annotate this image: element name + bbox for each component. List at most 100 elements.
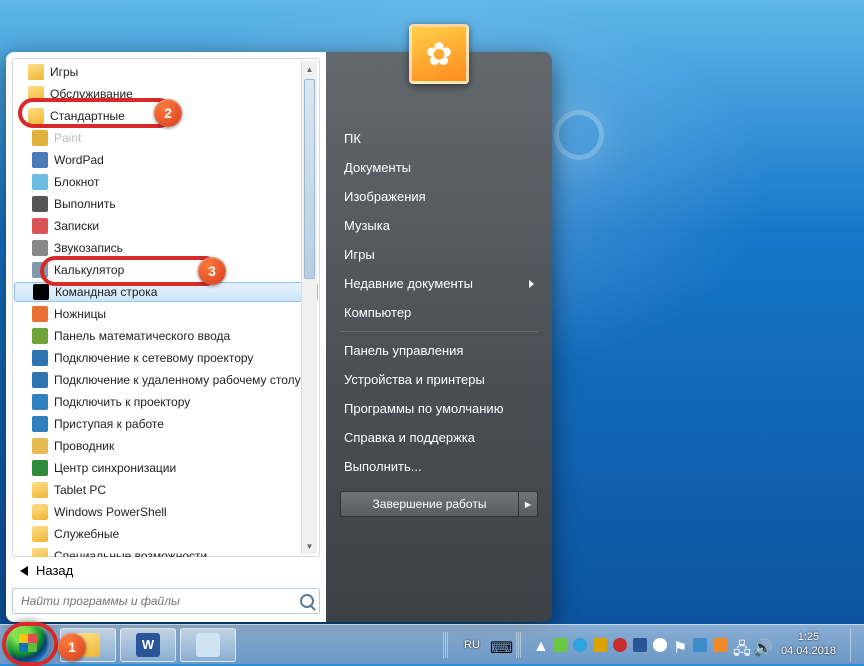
- link-help[interactable]: Справка и поддержка: [340, 423, 538, 452]
- clock-date: 04.04.2018: [781, 645, 836, 658]
- taskbar: W RU ⌨ ▲ ⚑ 🖧 🔊 1:25 04.04.2018: [0, 624, 864, 664]
- label: Приступая к работе: [54, 417, 164, 431]
- system-tray: RU ⌨ ▲ ⚑ 🖧 🔊 1:25 04.04.2018: [437, 628, 858, 662]
- start-menu-left: Игры Обслуживание Стандартные Paint Word…: [6, 52, 326, 622]
- taskbar-notepad[interactable]: [180, 628, 236, 662]
- shutdown-button[interactable]: Завершение работы: [340, 491, 518, 517]
- label: Записки: [54, 219, 99, 233]
- show-desktop-button[interactable]: [850, 628, 858, 662]
- program-getting-started[interactable]: Приступая к работе: [14, 413, 318, 435]
- tray-mail-icon[interactable]: [633, 638, 647, 652]
- grip-icon: [516, 632, 521, 658]
- chevron-right-icon: [529, 280, 534, 288]
- link-recent[interactable]: Недавние документы: [340, 269, 538, 298]
- flower-icon: ✿: [426, 35, 453, 73]
- folder-powershell[interactable]: Windows PowerShell: [14, 501, 318, 523]
- start-menu-right: ✿ ПК Документы Изображения Музыка Игры Н…: [326, 52, 552, 622]
- program-math-input[interactable]: Панель математического ввода: [14, 325, 318, 347]
- label: Ножницы: [54, 307, 106, 321]
- scrollbar[interactable]: ▲ ▼: [301, 61, 317, 554]
- tray-avast-icon[interactable]: [713, 638, 727, 652]
- label: Windows PowerShell: [54, 505, 167, 519]
- tray-info-icon[interactable]: [653, 638, 667, 652]
- label: WordPad: [54, 153, 104, 167]
- label: Tablet PC: [54, 483, 106, 497]
- grip-icon: [443, 632, 448, 658]
- program-calculator[interactable]: Калькулятор: [14, 259, 318, 281]
- program-run[interactable]: Выполнить: [14, 193, 318, 215]
- program-wordpad[interactable]: WordPad: [14, 149, 318, 171]
- scroll-up-icon[interactable]: ▲: [302, 61, 317, 77]
- folder-tablet-pc[interactable]: Tablet PC: [14, 479, 318, 501]
- annotation-badge-2: 2: [154, 99, 182, 127]
- tray-shield-icon[interactable]: [593, 638, 607, 652]
- link-default-programs[interactable]: Программы по умолчанию: [340, 394, 538, 423]
- program-sync-center[interactable]: Центр синхронизации: [14, 457, 318, 479]
- search-input[interactable]: [12, 588, 320, 614]
- link-music[interactable]: Музыка: [340, 211, 538, 240]
- label: Подключение к сетевому проектору: [54, 351, 253, 365]
- pinned-apps: W: [60, 628, 236, 662]
- search-icon: [300, 594, 314, 608]
- volume-icon[interactable]: 🔊: [753, 638, 767, 652]
- language-indicator[interactable]: RU: [460, 637, 484, 653]
- label: Командная строка: [55, 285, 157, 299]
- program-network-projector[interactable]: Подключение к сетевому проектору: [14, 347, 318, 369]
- link-devices[interactable]: Устройства и принтеры: [340, 365, 538, 394]
- tray-telegram-icon[interactable]: [573, 638, 587, 652]
- keyboard-icon[interactable]: ⌨: [490, 638, 504, 652]
- scroll-down-icon[interactable]: ▼: [302, 538, 317, 554]
- search-box[interactable]: [12, 588, 320, 614]
- wallpaper-element: [554, 110, 604, 160]
- link-pictures[interactable]: Изображения: [340, 182, 538, 211]
- program-paint[interactable]: Paint: [14, 127, 318, 149]
- start-menu: Игры Обслуживание Стандартные Paint Word…: [6, 52, 552, 622]
- label: Выполнить: [54, 197, 116, 211]
- shutdown-options-button[interactable]: ▶: [518, 491, 538, 517]
- annotation-badge-3: 3: [198, 257, 226, 285]
- label: Стандартные: [50, 109, 125, 123]
- label: Калькулятор: [54, 263, 124, 277]
- back-button[interactable]: Назад: [12, 557, 320, 586]
- program-command-prompt[interactable]: Командная строка: [14, 282, 318, 302]
- link-games[interactable]: Игры: [340, 240, 538, 269]
- clock-time: 1:25: [781, 631, 836, 644]
- program-connect-projector[interactable]: Подключить к проектору: [14, 391, 318, 413]
- folder-games[interactable]: Игры: [14, 61, 318, 83]
- all-programs-list: Игры Обслуживание Стандартные Paint Word…: [12, 58, 320, 557]
- link-documents[interactable]: Документы: [340, 153, 538, 182]
- folder-accessibility[interactable]: Специальные возможности: [14, 545, 318, 557]
- user-avatar[interactable]: ✿: [409, 24, 469, 84]
- folder-system-tools[interactable]: Служебные: [14, 523, 318, 545]
- notepad-icon: [196, 633, 220, 657]
- program-snipping-tool[interactable]: Ножницы: [14, 303, 318, 325]
- program-sound-recorder[interactable]: Звукозапись: [14, 237, 318, 259]
- label: Проводник: [54, 439, 114, 453]
- back-arrow-icon: [20, 566, 28, 576]
- label: Игры: [50, 65, 78, 79]
- clock[interactable]: 1:25 04.04.2018: [773, 631, 844, 657]
- link-computer[interactable]: Компьютер: [340, 298, 538, 327]
- label: Блокнот: [54, 175, 99, 189]
- divider: [340, 331, 538, 332]
- label: Служебные: [54, 527, 119, 541]
- link-run[interactable]: Выполнить...: [340, 452, 538, 481]
- program-sticky-notes[interactable]: Записки: [14, 215, 318, 237]
- action-center-icon[interactable]: ⚑: [673, 638, 687, 652]
- scroll-thumb[interactable]: [304, 79, 315, 279]
- back-label: Назад: [36, 563, 73, 578]
- link-control-panel[interactable]: Панель управления: [340, 336, 538, 365]
- tray-app2-icon[interactable]: [693, 638, 707, 652]
- shutdown-group: Завершение работы ▶: [340, 491, 538, 517]
- start-button[interactable]: [6, 621, 50, 665]
- link-user-folder[interactable]: ПК: [340, 124, 538, 153]
- tray-chevron-icon[interactable]: ▲: [533, 638, 547, 652]
- label: Обслуживание: [50, 87, 133, 101]
- program-remote-desktop[interactable]: Подключение к удаленному рабочему столу: [14, 369, 318, 391]
- taskbar-word[interactable]: W: [120, 628, 176, 662]
- program-explorer[interactable]: Проводник: [14, 435, 318, 457]
- tray-hp-icon[interactable]: [613, 638, 627, 652]
- tray-app-icon[interactable]: [553, 638, 567, 652]
- program-notepad[interactable]: Блокнот: [14, 171, 318, 193]
- network-icon[interactable]: 🖧: [733, 638, 747, 652]
